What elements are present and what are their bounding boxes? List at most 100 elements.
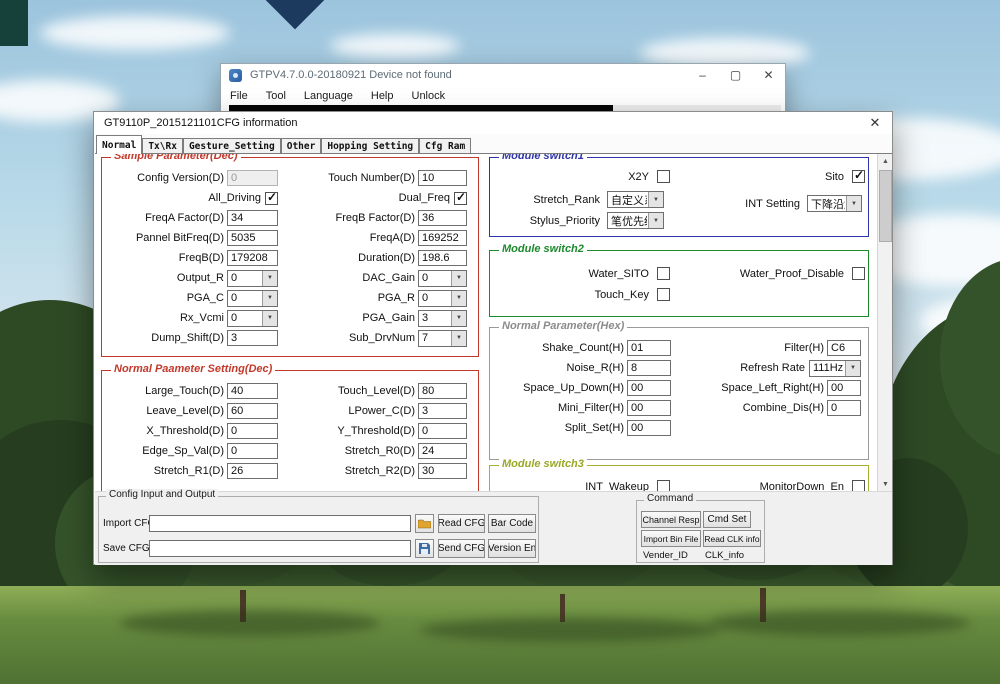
- x-threshold-input[interactable]: [227, 423, 278, 439]
- leave-level-input[interactable]: [227, 403, 278, 419]
- dropdown-arrow-icon[interactable]: [846, 196, 861, 211]
- stretch-r0-input[interactable]: [418, 443, 467, 459]
- combine-dis-input[interactable]: [827, 400, 861, 416]
- tab-cfg-ram[interactable]: Cfg Ram: [419, 138, 471, 154]
- dual-freq-checkbox[interactable]: [454, 192, 467, 205]
- tab-gesture-setting[interactable]: Gesture_Setting: [183, 138, 281, 154]
- group-command: Command Channel Resp Cmd Set Import Bin …: [636, 500, 765, 563]
- noise-r-input[interactable]: [627, 360, 671, 376]
- bar-code-button[interactable]: Bar Code: [488, 514, 536, 533]
- import-bin-file-button[interactable]: Import Bin File: [641, 530, 701, 547]
- import-cfg-input[interactable]: [149, 515, 411, 532]
- dropdown-arrow-icon[interactable]: [451, 291, 466, 306]
- space-left-right-input[interactable]: [827, 380, 861, 396]
- menu-tool[interactable]: Tool: [257, 88, 295, 104]
- stretch-rank-row: Stretch_Rank 自定义系数: [498, 191, 664, 208]
- edge-sp-val-input[interactable]: [227, 443, 278, 459]
- read-cfg-button[interactable]: Read CFG: [438, 514, 485, 533]
- dropdown-arrow-icon[interactable]: [648, 192, 663, 207]
- dropdown-arrow-icon[interactable]: [845, 361, 860, 376]
- split-set-input[interactable]: [627, 420, 671, 436]
- dump-shift-input[interactable]: [227, 330, 278, 346]
- tab-other[interactable]: Other: [281, 138, 322, 154]
- field-label: Water_Proof_Disable: [740, 268, 847, 280]
- sub-drvnum-combo[interactable]: 7: [418, 330, 467, 347]
- rx-vcmi-combo[interactable]: 0: [227, 310, 278, 327]
- channel-resp-button[interactable]: Channel Resp: [641, 511, 701, 528]
- all-driving-checkbox[interactable]: [265, 192, 278, 205]
- minimize-button[interactable]: –: [686, 64, 719, 86]
- scrollbar-thumb[interactable]: [879, 170, 892, 242]
- menu-unlock[interactable]: Unlock: [403, 88, 455, 104]
- freqb-factor-input[interactable]: [418, 210, 467, 226]
- tab-normal[interactable]: Normal: [96, 135, 142, 154]
- vertical-scrollbar[interactable]: [877, 154, 892, 491]
- int-wakeup-checkbox[interactable]: [657, 480, 670, 491]
- water-proof-disable-checkbox[interactable]: [852, 267, 865, 280]
- field-label: Dump_Shift(D): [151, 332, 227, 344]
- space-up-down-input[interactable]: [627, 380, 671, 396]
- pga-c-combo[interactable]: 0: [227, 290, 278, 307]
- tab-txrx[interactable]: Tx\Rx: [142, 138, 183, 154]
- menu-file[interactable]: File: [221, 88, 257, 104]
- dropdown-arrow-icon[interactable]: [262, 271, 277, 286]
- touch-number-input[interactable]: [418, 170, 467, 186]
- freqa-input[interactable]: [418, 230, 467, 246]
- menu-language[interactable]: Language: [295, 88, 362, 104]
- close-button[interactable]: ✕: [752, 64, 785, 86]
- freqa-factor-input[interactable]: [227, 210, 278, 226]
- output-r-combo[interactable]: 0: [227, 270, 278, 287]
- touch-level-input[interactable]: [418, 383, 467, 399]
- app-window-title: GTPV4.7.0.0-20180921 Device not found: [250, 69, 686, 81]
- stretch-r1-input[interactable]: [227, 463, 278, 479]
- dialog-close-button[interactable]: ✕: [858, 112, 892, 134]
- cmd-set-button[interactable]: Cmd Set: [703, 511, 751, 528]
- save-cfg-input[interactable]: [149, 540, 411, 557]
- sito-checkbox[interactable]: [852, 170, 865, 183]
- lpower-c-input[interactable]: [418, 403, 467, 419]
- filter-input[interactable]: [827, 340, 861, 356]
- scroll-down-arrow-icon[interactable]: [878, 477, 892, 491]
- dropdown-arrow-icon[interactable]: [648, 213, 663, 228]
- read-clk-info-button[interactable]: Read CLK info: [703, 530, 761, 547]
- field-label: INT Setting: [745, 198, 803, 210]
- pannel-bitfreq-input[interactable]: [227, 230, 278, 246]
- touch-key-checkbox[interactable]: [657, 288, 670, 301]
- clk-info-label: CLK_info: [705, 550, 744, 561]
- dialog-bottom-panel: Config Input and Output Import CFG Read …: [95, 491, 892, 565]
- dropdown-arrow-icon[interactable]: [262, 291, 277, 306]
- maximize-button[interactable]: ▢: [719, 64, 752, 86]
- mini-filter-input[interactable]: [627, 400, 671, 416]
- config-version-input[interactable]: [227, 170, 278, 186]
- refresh-rate-combo[interactable]: 111Hz: [809, 360, 861, 377]
- dropdown-arrow-icon[interactable]: [451, 331, 466, 346]
- large-touch-input[interactable]: [227, 383, 278, 399]
- freqb-input[interactable]: [227, 250, 278, 266]
- version-en-button[interactable]: Version En: [488, 539, 536, 558]
- field-label: Duration(D): [358, 252, 418, 264]
- browse-folder-button[interactable]: [415, 514, 434, 533]
- dropdown-arrow-icon[interactable]: [451, 311, 466, 326]
- dropdown-arrow-icon[interactable]: [451, 271, 466, 286]
- combo-value: 0: [422, 292, 428, 304]
- y-threshold-input[interactable]: [418, 423, 467, 439]
- dac-gain-combo[interactable]: 0: [418, 270, 467, 287]
- save-cfg-icon-button[interactable]: [415, 539, 434, 558]
- duration-input[interactable]: [418, 250, 467, 266]
- shake-count-input[interactable]: [627, 340, 671, 356]
- stretch-rank-combo[interactable]: 自定义系数: [607, 191, 664, 208]
- monitordown-en-checkbox[interactable]: [852, 480, 865, 491]
- tab-hopping-setting[interactable]: Hopping Setting: [321, 138, 419, 154]
- x2y-checkbox[interactable]: [657, 170, 670, 183]
- dropdown-arrow-icon[interactable]: [262, 311, 277, 326]
- int-setting-combo[interactable]: 下降沿触发: [807, 195, 862, 212]
- scroll-up-arrow-icon[interactable]: [878, 154, 892, 169]
- menu-help[interactable]: Help: [362, 88, 403, 104]
- field-label: MonitorDown_En: [760, 481, 847, 492]
- stylus-priority-combo[interactable]: 笔优先级高: [607, 212, 664, 229]
- field-label: Pannel BitFreq(D): [136, 232, 227, 244]
- send-cfg-button[interactable]: Send CFG: [438, 539, 485, 558]
- pga-gain-combo[interactable]: 3: [418, 310, 467, 327]
- stretch-r2-input[interactable]: [418, 463, 467, 479]
- pga-r-combo[interactable]: 0: [418, 290, 467, 307]
